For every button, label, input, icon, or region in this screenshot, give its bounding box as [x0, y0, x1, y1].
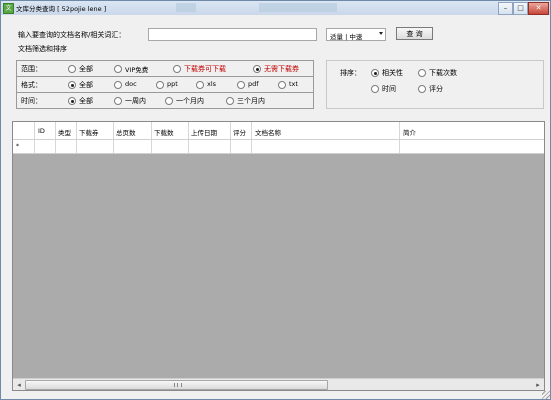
dropdown-arrow-icon — [379, 32, 383, 35]
column-header-label: 总页数 — [116, 129, 136, 137]
sort-option-label: 评分 — [429, 85, 443, 93]
sort-radio-relevance[interactable] — [371, 69, 379, 77]
column-header-summary[interactable]: 简介 — [400, 122, 544, 139]
grid-cell[interactable] — [77, 140, 114, 153]
title-bar[interactable]: 文 文库分类查询 [ 52pojie lene ] – □ ✕ — [1, 1, 550, 15]
time-label: 时间： — [21, 97, 42, 105]
sort-label: 排序： — [340, 69, 361, 77]
grid-cell[interactable] — [56, 140, 77, 153]
query-prompt-label: 输入要查询的文档名称/相关词汇： — [18, 31, 126, 39]
column-header-label: ID — [38, 127, 45, 135]
column-header-coupon[interactable]: 下载券 — [77, 122, 114, 139]
scrollbar-thumb[interactable] — [25, 380, 328, 390]
range-option-label: 无需下载券 — [264, 65, 299, 73]
format-option-label: txt — [289, 80, 298, 88]
scroll-right-arrow-icon[interactable]: ▸ — [533, 380, 543, 390]
grid-cell[interactable] — [35, 140, 56, 153]
time-option-label: 三个月内 — [237, 97, 265, 105]
query-input[interactable] — [148, 28, 317, 41]
range-radio-vip-free[interactable] — [114, 65, 122, 73]
filter-section-label: 文档筛选和排序 — [18, 45, 67, 53]
grid-row-header-corner — [13, 122, 35, 139]
blurred-background-tab — [259, 3, 337, 12]
resize-grip-icon[interactable] — [542, 391, 550, 399]
new-row[interactable]: * — [13, 139, 544, 154]
horizontal-scrollbar[interactable]: ◂ ▸ — [13, 378, 544, 390]
column-header-upload-date[interactable]: 上传日期 — [189, 122, 231, 139]
speed-select[interactable]: 适量 | 中速 — [326, 28, 386, 41]
speed-select-value: 适量 | 中速 — [330, 33, 363, 41]
sort-option-label: 下载次数 — [429, 69, 457, 77]
column-header-label: 文档名称 — [255, 129, 281, 137]
time-option-label: 一个月内 — [176, 97, 204, 105]
sort-radio-time[interactable] — [371, 85, 379, 93]
scroll-left-arrow-icon[interactable]: ◂ — [14, 380, 24, 390]
row-header-cell: * — [13, 140, 35, 153]
time-filter-group: 时间： 全部 一周内 一个月内 三个月内 — [16, 92, 314, 109]
sort-radio-downloads[interactable] — [418, 69, 426, 77]
range-option-label: 下载券可下载 — [184, 65, 226, 73]
column-header-label: 下载数 — [154, 129, 174, 137]
sort-radio-rating[interactable] — [418, 85, 426, 93]
column-header-type[interactable]: 类型 — [56, 122, 77, 139]
close-button[interactable]: ✕ — [528, 2, 549, 15]
format-option-label: doc — [125, 80, 137, 88]
range-filter-group: 范围： 全部 VIP免费 下载券可下载 无需下载券 — [16, 60, 314, 77]
column-header-label: 下载券 — [79, 129, 99, 137]
format-option-label: pdf — [248, 80, 259, 88]
time-radio-month[interactable] — [165, 97, 173, 105]
blurred-background-tab — [176, 3, 196, 12]
format-radio-xls[interactable] — [196, 81, 204, 89]
column-header-id[interactable]: ID — [35, 122, 56, 139]
grid-cell[interactable] — [152, 140, 189, 153]
time-option-label: 一周内 — [125, 97, 146, 105]
column-header-label: 上传日期 — [191, 129, 217, 137]
format-filter-group: 格式： 全部 doc ppt xls pdf txt — [16, 76, 314, 93]
grip-icon — [174, 383, 182, 387]
grid-header: ID 类型 下载券 总页数 下载数 上传日期 评分 文档名称 简介 — [13, 122, 544, 139]
app-window: 文 文库分类查询 [ 52pojie lene ] – □ ✕ 输入要查询的文档… — [0, 0, 551, 400]
sort-group: 排序： 相关性 下载次数 时间 评分 — [326, 60, 544, 109]
column-header-pages[interactable]: 总页数 — [114, 122, 152, 139]
column-header-label: 类型 — [58, 129, 71, 137]
column-header-doc-name[interactable]: 文档名称 — [252, 122, 400, 139]
sort-option-label: 相关性 — [382, 69, 403, 77]
sort-option-label: 时间 — [382, 85, 396, 93]
range-label: 范围： — [21, 65, 42, 73]
range-radio-no-coupon[interactable] — [253, 65, 261, 73]
format-radio-pdf[interactable] — [237, 81, 245, 89]
grid-cell[interactable] — [114, 140, 152, 153]
grid-cell[interactable] — [189, 140, 231, 153]
maximize-button[interactable]: □ — [513, 2, 528, 15]
range-radio-coupon[interactable] — [173, 65, 181, 73]
range-option-label: 全部 — [79, 65, 93, 73]
range-radio-all[interactable] — [68, 65, 76, 73]
results-grid[interactable]: ID 类型 下载券 总页数 下载数 上传日期 评分 文档名称 简介 * ◂ ▸ — [12, 121, 545, 391]
column-header-rating[interactable]: 评分 — [231, 122, 252, 139]
format-radio-ppt[interactable] — [156, 81, 164, 89]
format-radio-doc[interactable] — [114, 81, 122, 89]
time-radio-three-months[interactable] — [226, 97, 234, 105]
format-label: 格式： — [21, 81, 42, 89]
time-radio-week[interactable] — [114, 97, 122, 105]
time-option-label: 全部 — [79, 97, 93, 105]
search-button[interactable]: 查 询 — [396, 27, 433, 40]
format-radio-txt[interactable] — [278, 81, 286, 89]
time-radio-all[interactable] — [68, 97, 76, 105]
grid-cell[interactable] — [400, 140, 544, 153]
window-title: 文库分类查询 [ 52pojie lene ] — [16, 5, 107, 13]
column-header-label: 简介 — [403, 129, 416, 137]
format-option-label: ppt — [167, 80, 178, 88]
format-option-label: xls — [207, 80, 217, 88]
column-header-label: 评分 — [233, 129, 246, 137]
format-option-label: 全部 — [79, 81, 93, 89]
app-icon: 文 — [3, 3, 14, 14]
format-radio-all[interactable] — [68, 81, 76, 89]
grid-cell[interactable] — [252, 140, 400, 153]
range-option-label: VIP免费 — [125, 66, 149, 74]
column-header-downloads[interactable]: 下载数 — [152, 122, 189, 139]
minimize-button[interactable]: – — [498, 2, 513, 15]
grid-cell[interactable] — [231, 140, 252, 153]
new-row-marker: * — [16, 143, 19, 150]
